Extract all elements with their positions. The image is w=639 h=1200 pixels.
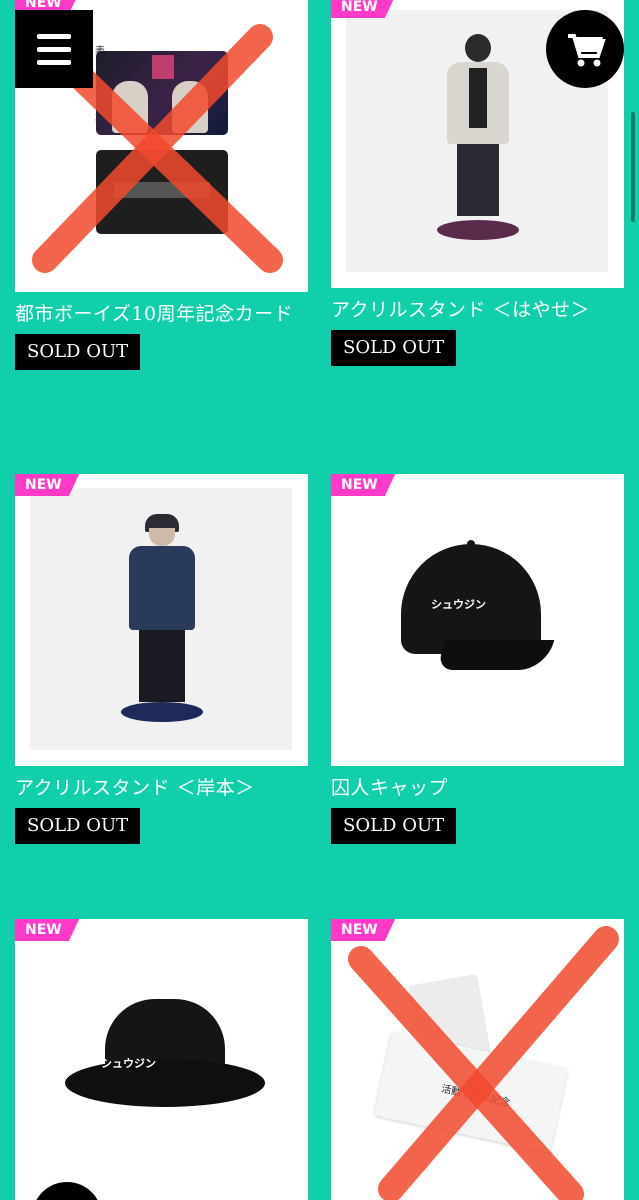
product-image[interactable]: NEW 活動十周年記念 — [331, 919, 624, 1200]
sold-out-label: SOLD OUT — [15, 334, 141, 370]
sold-out-label: SOLD OUT — [331, 808, 457, 844]
new-badge: NEW — [331, 919, 403, 941]
product-card[interactable]: NEW 活動十周年記念 — [331, 919, 624, 1200]
cart-button[interactable] — [546, 10, 624, 88]
sold-out-label: SOLD OUT — [331, 330, 457, 366]
product-title[interactable]: 都市ボーイズ10周年記念カード — [15, 298, 308, 330]
scrollbar[interactable] — [631, 112, 635, 222]
acrylic-stand-figure — [121, 514, 203, 722]
new-badge: NEW — [15, 919, 87, 941]
product-title[interactable]: アクリルスタンド ＜はやせ＞ — [331, 294, 624, 326]
shopping-cart-icon — [568, 34, 606, 67]
acrylic-stand-figure — [437, 34, 519, 240]
menu-button[interactable] — [15, 10, 93, 88]
hamburger-menu-icon — [37, 34, 71, 39]
hat-print: シュウジン — [101, 1057, 156, 1070]
new-badge: NEW — [331, 0, 403, 18]
new-badge: NEW — [15, 474, 87, 496]
hamburger-line — [37, 60, 71, 65]
sold-out-label: SOLD OUT — [15, 808, 141, 844]
product-title[interactable]: アクリルスタンド ＜岸本＞ — [15, 772, 308, 804]
black-cap: シュウジン — [401, 540, 555, 674]
product-image[interactable]: NEW シュウジン — [15, 919, 308, 1200]
product-image[interactable]: NEW シュウジン — [331, 474, 624, 766]
product-card[interactable]: NEW アクリルスタンド ＜岸本＞ SOLD OUT — [15, 474, 308, 844]
bucket-hat: シュウジン — [65, 999, 265, 1119]
new-badge: NEW — [331, 474, 403, 496]
cap-print: シュウジン — [431, 598, 486, 611]
hamburger-line — [37, 47, 71, 52]
product-card[interactable]: NEW シュウジン — [15, 919, 308, 1200]
product-card[interactable]: NEW シュウジン 囚人キャップ SOLD OUT — [331, 474, 624, 844]
product-image[interactable]: NEW — [15, 474, 308, 766]
product-title[interactable]: 囚人キャップ — [331, 772, 624, 804]
sold-out-cross-icon — [348, 926, 619, 1200]
